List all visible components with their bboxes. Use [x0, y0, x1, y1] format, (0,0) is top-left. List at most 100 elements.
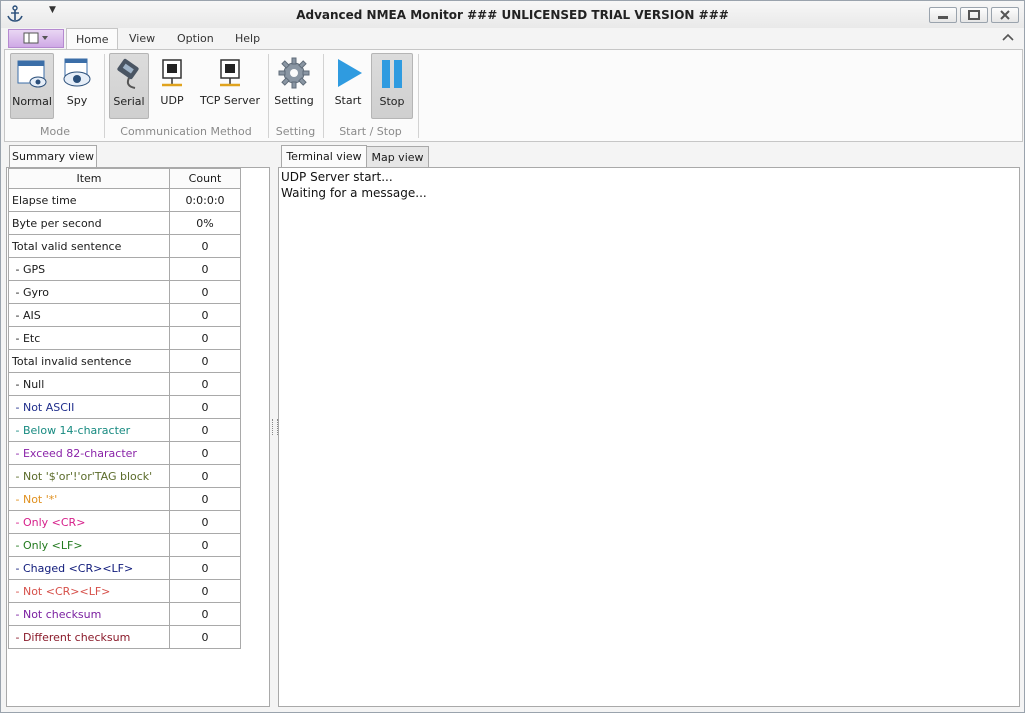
group-label-start-stop: Start / Stop: [339, 125, 402, 138]
summary-item-cell: Total valid sentence: [8, 234, 170, 258]
tab-view[interactable]: View: [129, 32, 155, 45]
network-port-icon: [162, 59, 182, 87]
serial-button[interactable]: Serial: [109, 53, 149, 119]
summary-item-cell: - Exceed 82-character: [8, 441, 170, 465]
table-row: - Null 0: [8, 372, 241, 396]
table-row: - Exceed 82-character 0: [8, 441, 241, 465]
ribbon-panel: Normal Spy Mode Serial UDP TCP Server Co…: [4, 49, 1023, 142]
udp-label: UDP: [160, 94, 184, 107]
summary-count-cell: 0: [169, 441, 241, 465]
summary-item-cell: - Not checksum: [8, 602, 170, 626]
serial-label: Serial: [113, 95, 145, 108]
summary-item-cell: - Etc: [8, 326, 170, 350]
summary-item-cell: - Only <LF>: [8, 533, 170, 557]
summary-pane: Item Count Elapse time 0:0:0:0 Byte per se…: [6, 167, 270, 707]
pause-icon: [382, 60, 402, 88]
summary-count-cell: 0: [169, 234, 241, 258]
tab-option[interactable]: Option: [177, 32, 214, 45]
summary-count-cell: 0: [169, 579, 241, 603]
network-port-icon: [220, 59, 240, 87]
table-row: - Not '*' 0: [8, 487, 241, 511]
setting-button[interactable]: Setting: [273, 53, 315, 117]
terminal-pane[interactable]: UDP Server start... Waiting for a messag…: [278, 167, 1020, 707]
tcp-server-label: TCP Server: [200, 94, 260, 107]
summary-item-cell: Total invalid sentence: [8, 349, 170, 373]
summary-count-cell: 0: [169, 556, 241, 580]
table-row: - Only <CR> 0: [8, 510, 241, 534]
setting-label: Setting: [274, 94, 314, 107]
close-icon: [1000, 10, 1010, 20]
table-row: - GPS 0: [8, 257, 241, 281]
tab-map-view[interactable]: Map view: [366, 146, 429, 168]
table-row: Total invalid sentence 0: [8, 349, 241, 373]
spy-eye-icon: [63, 58, 91, 87]
summary-count-cell: 0: [169, 487, 241, 511]
group-separator: [418, 54, 419, 138]
tab-home[interactable]: Home: [66, 28, 119, 50]
table-row: - Gyro 0: [8, 280, 241, 304]
table-row: - Below 14-character 0: [8, 418, 241, 442]
summary-count-cell: 0: [169, 395, 241, 419]
terminal-output: UDP Server start... Waiting for a messag…: [281, 169, 427, 201]
stop-button[interactable]: Stop: [371, 53, 413, 119]
summary-count-cell: 0: [169, 303, 241, 327]
summary-item-cell: - Below 14-character: [8, 418, 170, 442]
table-row: Elapse time 0:0:0:0: [8, 188, 241, 212]
gear-icon: [278, 57, 310, 89]
maximize-icon: [968, 10, 980, 20]
table-row: - Not checksum 0: [8, 602, 241, 626]
minimize-button[interactable]: [929, 7, 957, 23]
tcp-server-button[interactable]: TCP Server: [198, 53, 262, 117]
tab-terminal-view[interactable]: Terminal view: [281, 145, 367, 168]
table-row: - Only <LF> 0: [8, 533, 241, 557]
summary-count-cell: 0: [169, 418, 241, 442]
collapse-ribbon-icon[interactable]: [1002, 33, 1014, 41]
summary-item-cell: - Not <CR><LF>: [8, 579, 170, 603]
normal-mode-button[interactable]: Normal: [10, 53, 54, 119]
summary-count-cell: 0: [169, 280, 241, 304]
terminal-line: UDP Server start...: [281, 170, 393, 184]
group-separator: [323, 54, 324, 138]
start-button[interactable]: Start: [328, 53, 368, 117]
group-separator: [268, 54, 269, 138]
summary-count-cell: 0: [169, 326, 241, 350]
tab-summary-view[interactable]: Summary view: [9, 145, 97, 168]
summary-count-cell: 0: [169, 533, 241, 557]
normal-label: Normal: [12, 95, 52, 108]
table-header-row: Item Count: [8, 168, 241, 189]
close-button[interactable]: [991, 7, 1019, 23]
maximize-button[interactable]: [960, 7, 988, 23]
summary-item-cell: - Chaged <CR><LF>: [8, 556, 170, 580]
table-row: - Different checksum 0: [8, 625, 241, 649]
table-row: Total valid sentence 0: [8, 234, 241, 258]
summary-count-cell: 0: [169, 464, 241, 488]
window-title: Advanced NMEA Monitor ### UNLICENSED TRI…: [296, 8, 729, 22]
table-row: Byte per second 0%: [8, 211, 241, 235]
summary-table: Item Count Elapse time 0:0:0:0 Byte per se…: [8, 168, 241, 649]
application-menu-button[interactable]: [8, 29, 64, 48]
group-label-communication: Communication Method: [120, 125, 252, 138]
minimize-icon: [938, 16, 948, 19]
table-row: - Not '$'or'!'or'TAG block' 0: [8, 464, 241, 488]
summary-item-cell: - GPS: [8, 257, 170, 281]
spy-mode-button[interactable]: Spy: [56, 53, 98, 117]
stop-label: Stop: [379, 95, 405, 108]
summary-item-cell: - Different checksum: [8, 625, 170, 649]
app-window: ▼ Advanced NMEA Monitor ### UNLICENSED T…: [0, 0, 1025, 713]
summary-table-body: Elapse time 0:0:0:0 Byte per second 0% Total…: [8, 188, 241, 649]
summary-count-cell: 0: [169, 625, 241, 649]
udp-button[interactable]: UDP: [153, 53, 191, 117]
column-header-count[interactable]: Count: [169, 168, 241, 189]
column-header-item[interactable]: Item: [8, 168, 170, 189]
summary-item-cell: - Not '$'or'!'or'TAG block': [8, 464, 170, 488]
window-eye-icon: [17, 60, 47, 88]
summary-item-cell: - Only <CR>: [8, 510, 170, 534]
summary-item-cell: - Not ASCII: [8, 395, 170, 419]
title-bar: ▼ Advanced NMEA Monitor ### UNLICENSED T…: [1, 1, 1024, 28]
summary-item-cell: - Not '*': [8, 487, 170, 511]
table-row: - Not <CR><LF> 0: [8, 579, 241, 603]
tab-help[interactable]: Help: [235, 32, 260, 45]
group-label-mode: Mode: [40, 125, 70, 138]
summary-count-cell: 0%: [169, 211, 241, 235]
summary-item-cell: Elapse time: [8, 188, 170, 212]
